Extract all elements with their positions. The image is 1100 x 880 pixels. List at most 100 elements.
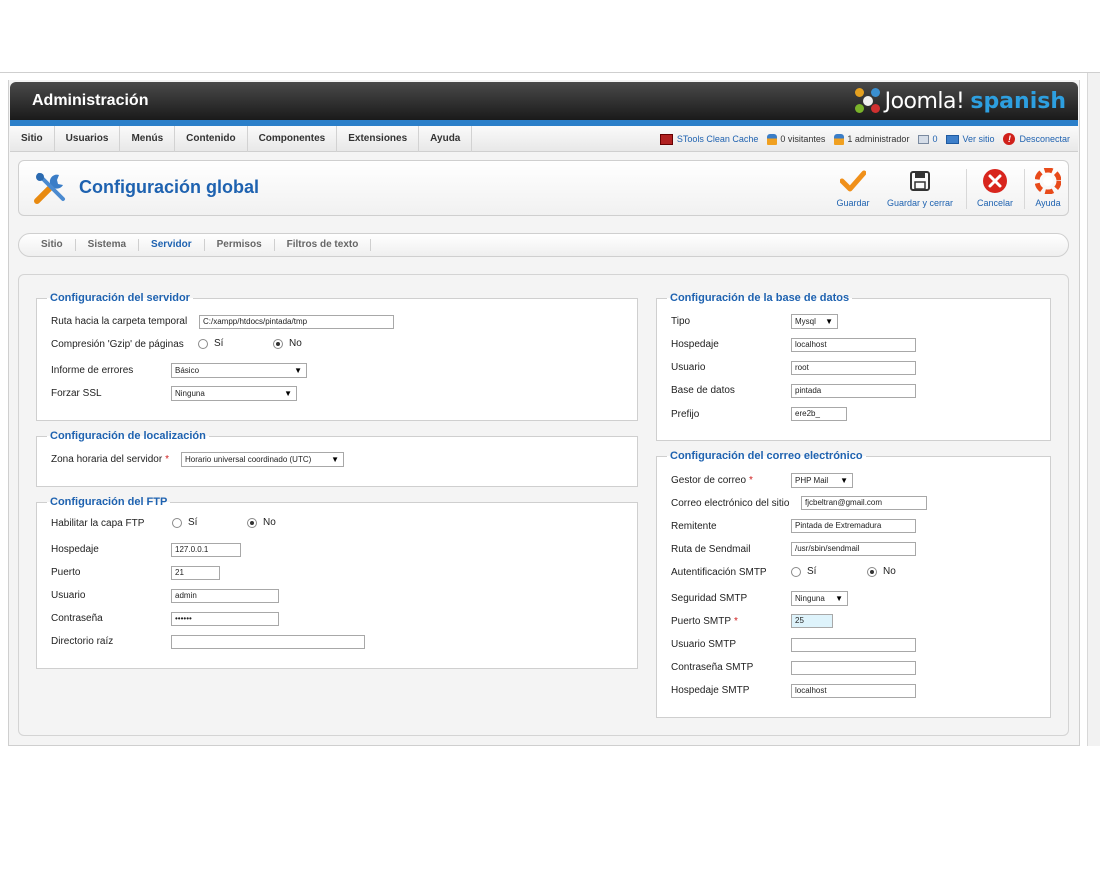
spanish-wordmark: spanish: [970, 88, 1066, 114]
mailer-select[interactable]: PHP Mail ▼: [791, 473, 853, 488]
screen-icon: [946, 134, 960, 144]
ftp-yes-radio[interactable]: Sí: [172, 517, 197, 528]
smtp-security-select[interactable]: Ninguna ▼: [791, 591, 848, 606]
gzip-label: Compresión 'Gzip' de páginas: [51, 339, 184, 350]
sendmail-path-label: Ruta de Sendmail: [671, 544, 751, 555]
error-report-label: Informe de errores: [51, 365, 134, 376]
cancel-label: Cancelar: [976, 198, 1014, 208]
ftp-host-input[interactable]: 127.0.0.1: [171, 543, 241, 557]
ftp-port-input[interactable]: 21: [171, 566, 220, 580]
menu-item-contenido[interactable]: Contenido: [175, 126, 248, 152]
smtp-host-label: Hospedaje SMTP: [671, 685, 750, 696]
ftp-root-input[interactable]: [171, 635, 365, 649]
required-marker: *: [749, 475, 753, 486]
db-prefix-input[interactable]: ere2b_: [791, 407, 847, 421]
page-title: Configuración global: [79, 177, 259, 197]
save-label: Guardar: [836, 198, 870, 208]
force-ssl-label: Forzar SSL: [51, 388, 102, 399]
ftp-no-radio[interactable]: No: [247, 517, 276, 528]
mailer-value: PHP Mail: [795, 476, 829, 485]
cancel-button[interactable]: Cancelar: [973, 167, 1017, 211]
main-menu: Sitio Usuarios Menús Contenido Component…: [10, 126, 473, 152]
power-icon: !: [1003, 133, 1016, 145]
gzip-yes-label: Sí: [214, 338, 224, 349]
help-icon: [1035, 168, 1061, 194]
smtp-security-value: Ninguna: [795, 594, 825, 603]
cache-icon: [659, 133, 673, 145]
smtp-security-label: Seguridad SMTP: [671, 593, 748, 604]
tab-permisos[interactable]: Permisos: [205, 239, 275, 251]
menu-item-sitio[interactable]: Sitio: [10, 126, 55, 152]
gzip-yes-radio[interactable]: Sí: [198, 338, 223, 349]
smtp-auth-no-radio[interactable]: No: [867, 566, 896, 577]
timezone-select[interactable]: Horario universal coordinado (UTC) ▼: [181, 452, 344, 467]
admin-header: Administración Joomla! spanish: [10, 82, 1078, 120]
db-type-value: Mysql: [795, 317, 816, 326]
clean-cache-link[interactable]: STools Clean Cache: [659, 133, 758, 145]
error-report-select[interactable]: Básico ▼: [171, 363, 307, 378]
smtp-user-label: Usuario SMTP: [671, 639, 737, 650]
save-button[interactable]: Guardar: [831, 167, 875, 211]
menu-item-ayuda[interactable]: Ayuda: [419, 126, 473, 152]
db-name-label: Base de datos: [671, 385, 735, 396]
tmp-path-input[interactable]: C:/xampp/htdocs/pintada/tmp: [199, 315, 394, 329]
message-icon: [918, 134, 930, 144]
smtp-auth-label: Autentificación SMTP: [671, 567, 767, 578]
smtp-auth-yes-radio[interactable]: Sí: [791, 566, 816, 577]
visitors-label: 0 visitantes: [780, 134, 826, 144]
locale-config-legend: Configuración de localización: [50, 430, 206, 442]
smtp-port-label: Puerto SMTP *: [671, 615, 738, 629]
joomla-logo: Joomla! spanish: [854, 87, 1066, 115]
view-site-link[interactable]: Ver sitio: [946, 134, 994, 144]
mail-from-input[interactable]: fjcbeltran@gmail.com: [801, 496, 927, 510]
tab-filtros[interactable]: Filtros de texto: [275, 239, 372, 251]
menu-item-menus[interactable]: Menús: [120, 126, 176, 152]
ftp-user-input[interactable]: admin: [171, 589, 279, 603]
database-config-legend: Configuración de la base de datos: [670, 292, 850, 304]
ftp-root-label: Directorio raíz: [51, 636, 114, 647]
smtp-auth-no-label: No: [883, 566, 896, 577]
smtp-pass-label: Contraseña SMTP: [671, 662, 754, 673]
tools-icon: [34, 173, 65, 204]
help-label: Ayuda: [1035, 198, 1061, 208]
db-user-label: Usuario: [671, 362, 706, 373]
config-tabs: Sitio Sistema Servidor Permisos Filtros …: [18, 233, 1069, 257]
chevron-down-icon: ▼: [294, 366, 302, 375]
mail-sender-input[interactable]: Pintada de Extremadura: [791, 519, 916, 533]
tab-sistema[interactable]: Sistema: [76, 239, 140, 251]
tab-sitio[interactable]: Sitio: [29, 239, 76, 251]
save-icon: [910, 171, 930, 191]
gzip-no-radio[interactable]: No: [273, 338, 302, 349]
db-user-input[interactable]: root: [791, 361, 916, 375]
server-config-fieldset: Configuración del servidor: [36, 292, 638, 421]
messages-label: 0: [932, 134, 938, 144]
ftp-no-label: No: [263, 517, 276, 528]
sendmail-path-input[interactable]: /usr/sbin/sendmail: [791, 542, 916, 556]
smtp-port-input[interactable]: 25: [791, 614, 833, 628]
smtp-host-input[interactable]: localhost: [791, 684, 916, 698]
db-host-input[interactable]: localhost: [791, 338, 916, 352]
timezone-label: Zona horaria del servidor *: [51, 453, 169, 467]
db-host-label: Hospedaje: [671, 339, 719, 350]
menu-item-extensiones[interactable]: Extensiones: [337, 126, 420, 152]
tab-servidor[interactable]: Servidor: [139, 239, 205, 251]
smtp-pass-input[interactable]: [791, 661, 916, 675]
status-bar: STools Clean Cache 0 visitantes 1 admini…: [651, 126, 1070, 152]
logout-link[interactable]: ! Desconectar: [1003, 133, 1070, 145]
chevron-down-icon: ▼: [835, 594, 843, 603]
db-type-select[interactable]: Mysql ▼: [791, 314, 838, 329]
db-name-input[interactable]: pintada: [791, 384, 916, 398]
ftp-pass-input[interactable]: ••••••: [171, 612, 279, 626]
force-ssl-select[interactable]: Ninguna ▼: [171, 386, 297, 401]
smtp-user-input[interactable]: [791, 638, 916, 652]
menu-item-usuarios[interactable]: Usuarios: [55, 126, 121, 152]
mail-config-legend: Configuración del correo electrónico: [670, 450, 863, 462]
smtp-auth-yes-label: Sí: [807, 566, 817, 577]
scrollbar[interactable]: [1087, 73, 1100, 746]
chevron-down-icon: ▼: [825, 317, 833, 326]
force-ssl-value: Ninguna: [175, 389, 205, 398]
save-close-button[interactable]: Guardar y cerrar: [881, 167, 959, 211]
messages-link[interactable]: 0: [918, 134, 937, 144]
menu-item-componentes[interactable]: Componentes: [248, 126, 338, 152]
help-button[interactable]: Ayuda: [1029, 167, 1067, 211]
